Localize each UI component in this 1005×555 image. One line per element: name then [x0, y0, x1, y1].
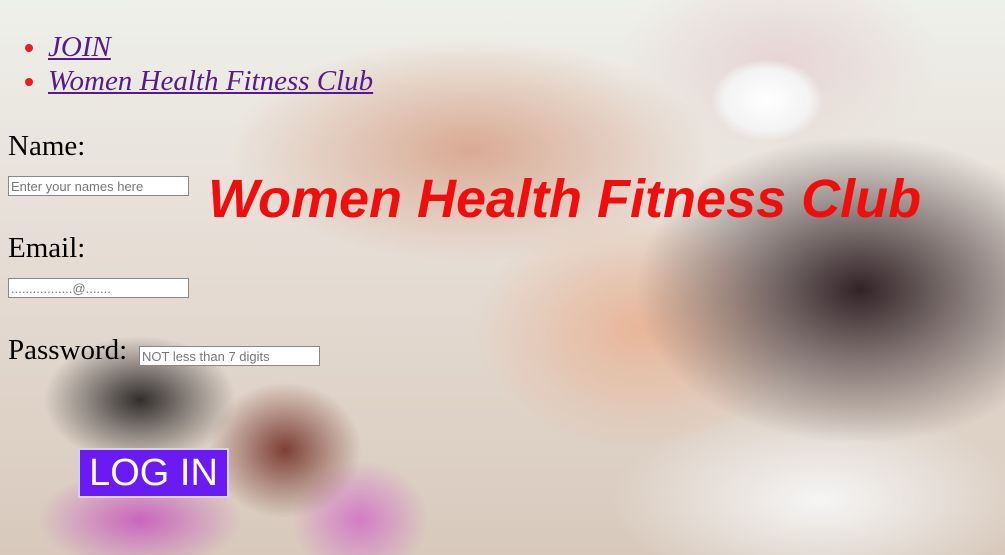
white-flower-image [712, 60, 822, 140]
password-label: Password: [8, 334, 128, 366]
top-nav-list: JOIN Women Health Fitness Club [8, 30, 373, 98]
nav-item-join: JOIN [48, 30, 373, 64]
join-link[interactable]: JOIN [48, 31, 111, 63]
page-title: Women Health Fitness Club [208, 169, 922, 229]
club-link[interactable]: Women Health Fitness Club [48, 65, 373, 97]
email-input[interactable] [8, 278, 189, 298]
password-input[interactable] [139, 346, 320, 366]
nav-item-club: Women Health Fitness Club [48, 64, 373, 98]
login-button[interactable]: LOG IN [78, 448, 229, 498]
email-label: Email: [8, 232, 86, 264]
name-label: Name: [8, 130, 86, 162]
name-input[interactable] [8, 176, 189, 196]
